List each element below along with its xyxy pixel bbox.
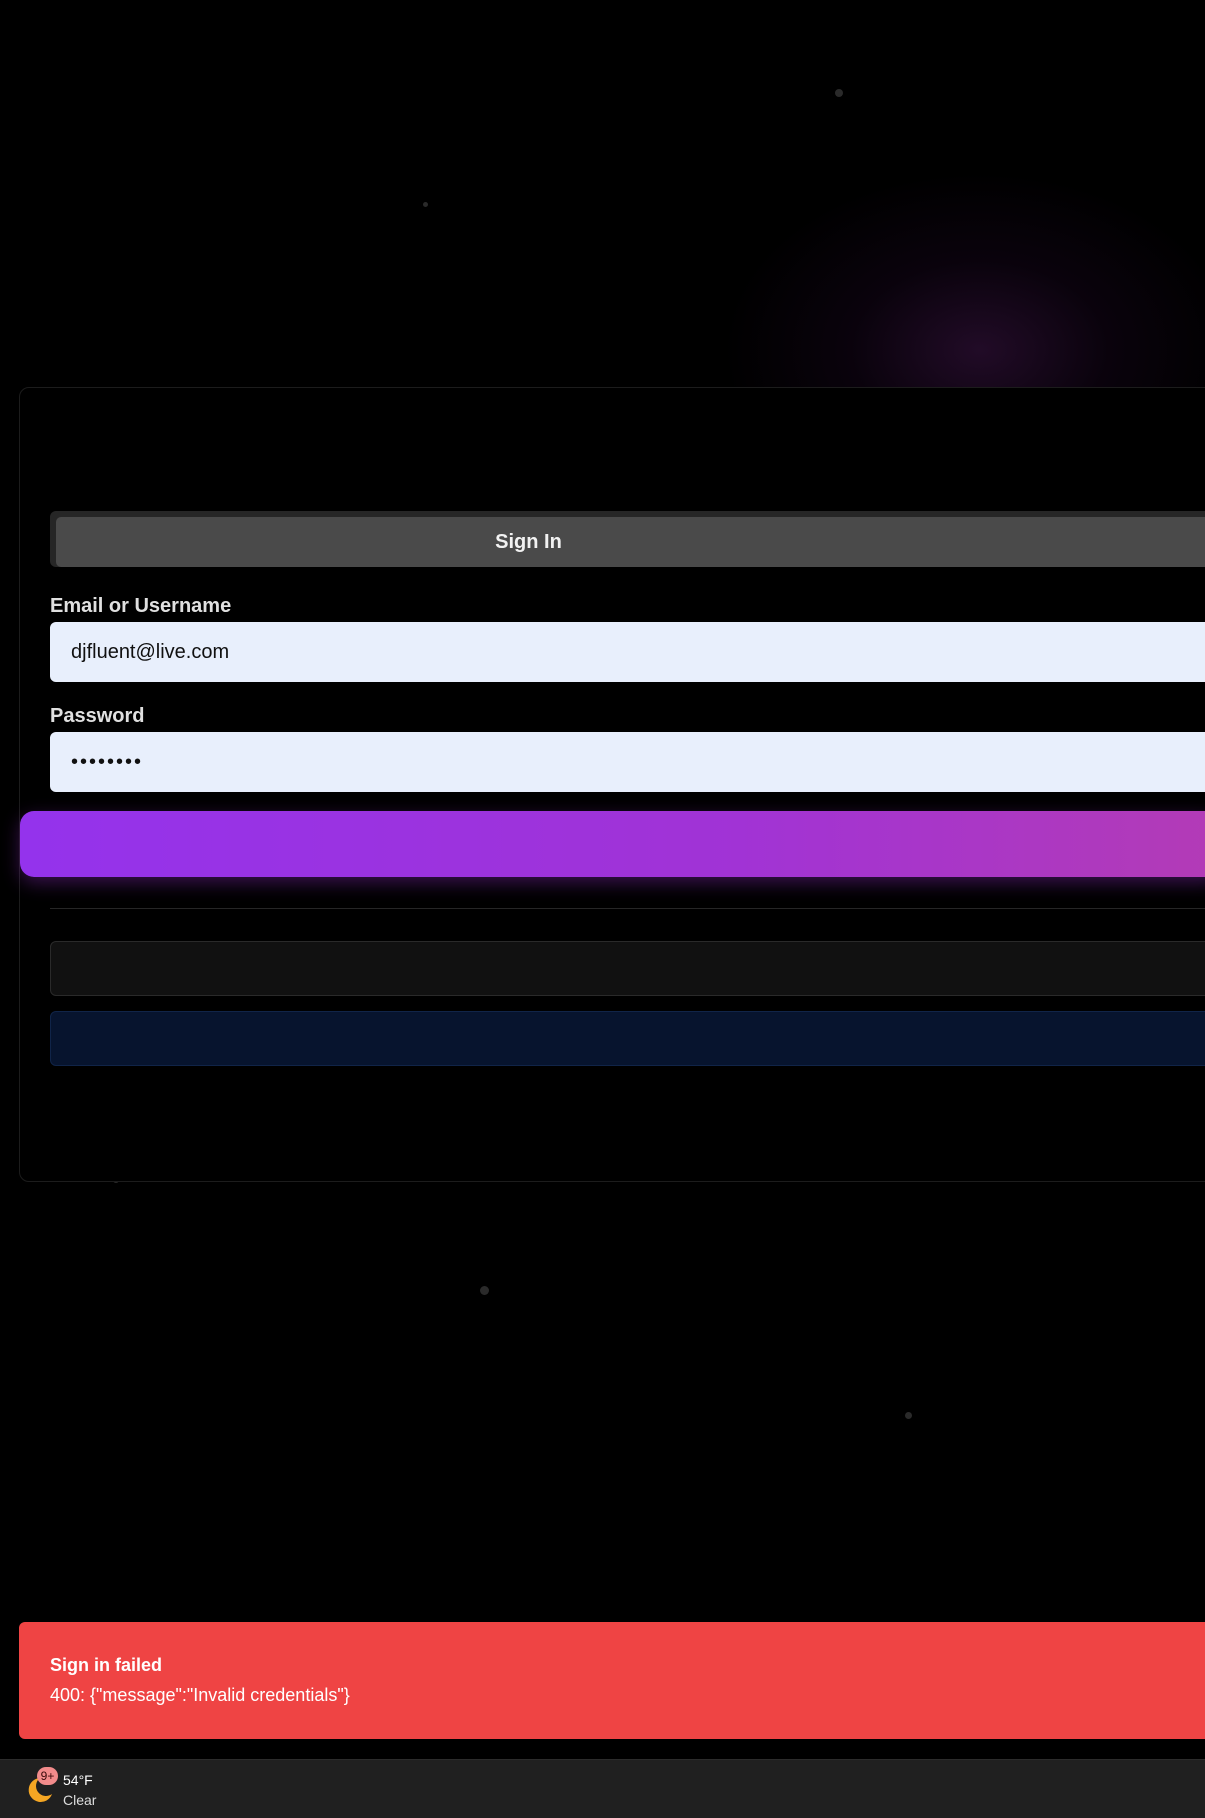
email-field[interactable] xyxy=(50,622,1205,682)
divider xyxy=(50,908,1205,909)
sign-in-submit-button[interactable] xyxy=(20,811,1205,877)
error-toast: Sign in failed 400: {"message":"Invalid … xyxy=(19,1622,1205,1739)
taskbar: 9+ 54°F Clear xyxy=(0,1759,1205,1818)
alternate-sign-in-button[interactable] xyxy=(50,941,1205,996)
provider-sign-in-button[interactable] xyxy=(50,1011,1205,1066)
weather-temperature[interactable]: 54°F xyxy=(63,1772,93,1788)
sign-in-card: Sign In Email or Username Password xyxy=(19,387,1205,1182)
weather-condition[interactable]: Clear xyxy=(63,1792,96,1808)
auth-tab-bar: Sign In xyxy=(50,511,1205,567)
tab-sign-in-label: Sign In xyxy=(495,530,562,553)
background-dot xyxy=(423,202,428,207)
tab-sign-in[interactable]: Sign In xyxy=(56,517,1205,567)
password-label: Password xyxy=(50,705,145,727)
toast-title: Sign in failed xyxy=(50,1655,163,1675)
notification-badge: 9+ xyxy=(37,1767,58,1785)
background-dot xyxy=(480,1286,489,1295)
toast-message: 400: {"message":"Invalid credentials"} xyxy=(50,1685,350,1705)
background-dot xyxy=(835,89,843,97)
email-label: Email or Username xyxy=(50,595,232,617)
password-field[interactable] xyxy=(50,732,1205,792)
background-dot xyxy=(905,1412,912,1419)
